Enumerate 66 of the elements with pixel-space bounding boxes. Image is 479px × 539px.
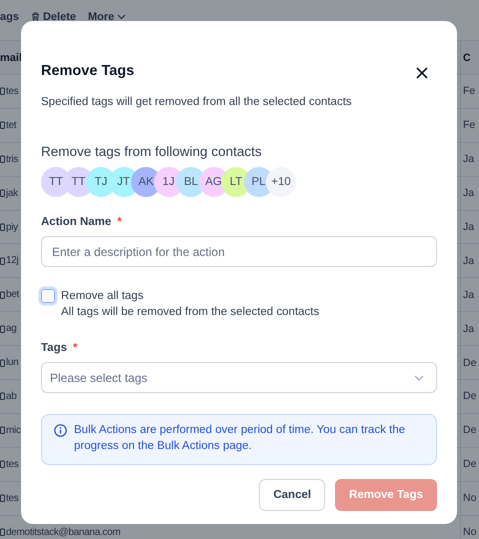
dialog-description: Specified tags will get removed from all the selected contacts (41, 96, 353, 108)
table-cell: Ja (460, 312, 479, 346)
table-cell: tes (6, 86, 18, 97)
table-cell: Ja (460, 278, 479, 312)
contact-icon (0, 256, 5, 265)
table-cell: ag (6, 323, 17, 334)
toolbar-button[interactable]: More (88, 11, 126, 23)
table-cell: Ja (460, 210, 479, 244)
contact-icon (0, 460, 5, 468)
table-cell: jak (6, 188, 18, 199)
table-cell: No (460, 482, 479, 515)
table-cell: Ja (460, 176, 479, 210)
table-cell: Fe (460, 75, 479, 108)
table-cell: tet (6, 120, 16, 131)
table-cell: 12j (6, 255, 18, 266)
required-mark: * (117, 216, 122, 228)
dialog-title: Remove Tags (41, 63, 134, 79)
chevron-down-icon (414, 374, 424, 380)
trash-icon (30, 12, 40, 22)
table-cell: Ja (460, 244, 479, 278)
table-cell: ab (6, 390, 17, 402)
close-button[interactable] (416, 67, 430, 81)
field-label: Tags (41, 342, 67, 354)
contact-icon (0, 494, 5, 502)
info-icon (54, 424, 67, 437)
table-cell: De (460, 414, 479, 447)
contact-icon (0, 324, 5, 333)
column-header: C (460, 41, 479, 74)
contact-icon (0, 87, 5, 96)
table-cell: mic (6, 424, 21, 436)
contact-icon (0, 189, 5, 198)
table-cell: De (460, 346, 479, 380)
table-cell: Fe (460, 108, 479, 142)
table-cell: Ja (460, 142, 479, 176)
contact-icon (0, 426, 5, 434)
contact-avatar: +10 (266, 167, 296, 197)
cancel-button[interactable]: Cancel (259, 479, 326, 511)
table-cell: tes (6, 492, 18, 504)
toolbar-button[interactable]: ags (0, 11, 19, 23)
checkbox-label: Remove all tags (61, 289, 144, 304)
table-cell: tes (6, 458, 18, 470)
tags-select[interactable]: Please select tags (41, 362, 437, 393)
contact-icon (0, 392, 5, 400)
table-cell: bet (6, 289, 20, 300)
contact-icon (0, 223, 5, 231)
table-cell: demotitstack@banana.com (6, 526, 120, 538)
contact-icon (0, 290, 5, 299)
contact-icon (0, 121, 5, 130)
info-text: Bulk Actions are performed over period of time. You can track the progress on the Bulk Actions page. (74, 423, 406, 454)
table-cell: lun (6, 357, 18, 368)
field-label: Action Name (41, 216, 112, 228)
required-mark: * (73, 342, 78, 354)
chevron-down-icon (117, 14, 126, 20)
checkbox-description: All tags will be removed from the selected contacts (61, 305, 320, 320)
checkbox[interactable] (41, 289, 55, 303)
table-cell: No (460, 516, 479, 539)
toolbar-button[interactable]: Delete (30, 11, 76, 23)
table-cell: De (460, 448, 479, 481)
section-heading: Remove tags from following contacts (41, 144, 263, 159)
contact-icon (0, 528, 5, 536)
contact-icon (0, 358, 5, 367)
contact-icon (0, 155, 5, 164)
table-cell: piy (6, 222, 18, 232)
action-name-field[interactable]: Enter a description for the action (41, 236, 437, 267)
table-cell: tris (6, 154, 18, 165)
table-cell: De (460, 380, 479, 413)
